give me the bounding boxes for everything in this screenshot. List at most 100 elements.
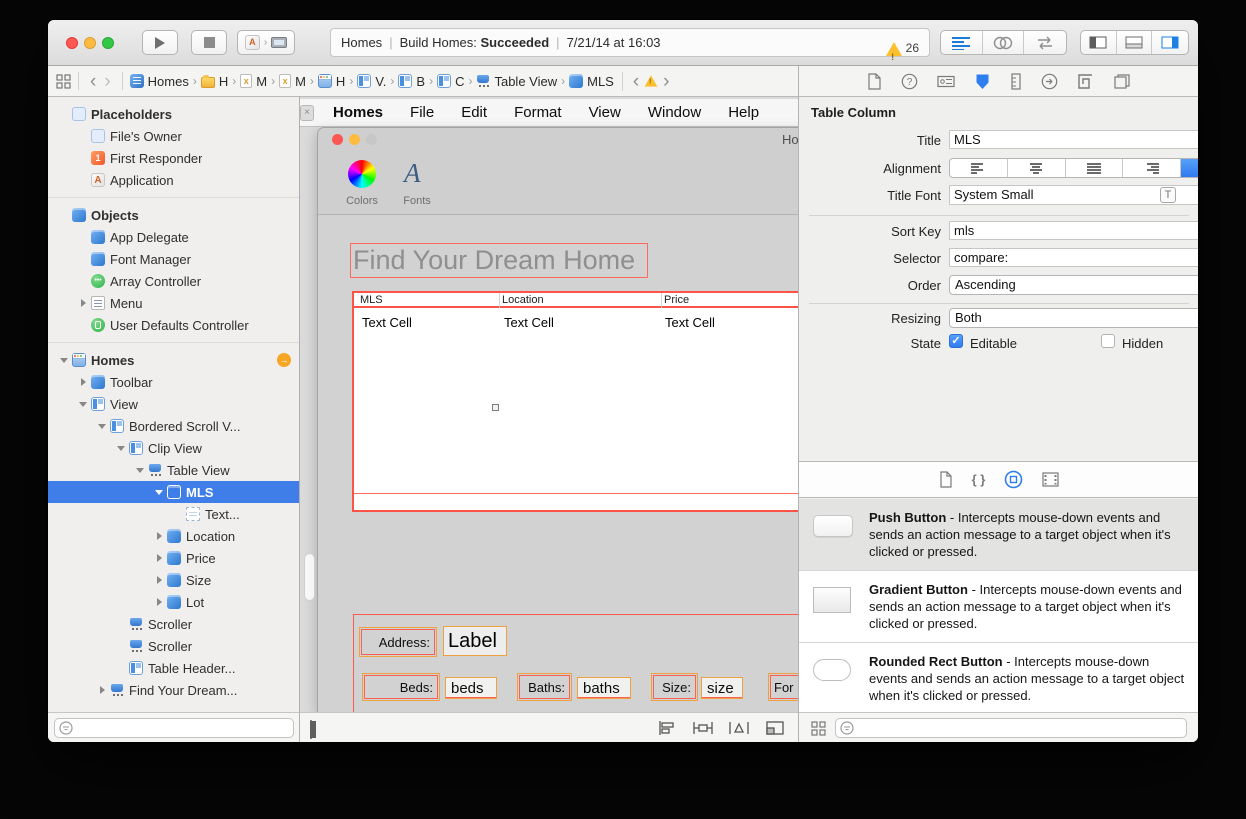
zoom-button[interactable] bbox=[102, 37, 114, 49]
version-editor-button[interactable] bbox=[1024, 31, 1066, 54]
hidden-checkbox[interactable] bbox=[1101, 334, 1115, 348]
outline-item[interactable]: Bordered Scroll V... bbox=[48, 415, 299, 437]
breadcrumb-item[interactable]: Table View › bbox=[476, 74, 569, 89]
outline-item[interactable]: Scroller bbox=[48, 635, 299, 657]
disclosure-triangle-icon[interactable] bbox=[115, 657, 129, 679]
disclosure-triangle-icon[interactable] bbox=[77, 314, 91, 336]
stop-button[interactable] bbox=[191, 30, 227, 55]
outline-item[interactable]: Font Manager bbox=[48, 248, 299, 270]
disclosure-triangle-icon[interactable] bbox=[77, 248, 91, 270]
grid-view-icon[interactable] bbox=[811, 721, 826, 736]
breadcrumb-item[interactable]: MLS › bbox=[569, 74, 614, 89]
outline-item[interactable]: Text... bbox=[48, 503, 299, 525]
breadcrumb-item[interactable]: Homes › bbox=[130, 74, 201, 89]
address-label[interactable]: Address: bbox=[361, 629, 435, 655]
table-cell[interactable]: Text Cell bbox=[504, 315, 554, 330]
previous-issue-button[interactable]: ‹ bbox=[629, 72, 643, 91]
assistant-editor-button[interactable] bbox=[983, 31, 1025, 54]
library-item[interactable]: Rounded Rect Button - Intercepts mouse-d… bbox=[799, 643, 1198, 712]
heading-label[interactable]: Find Your Dream Home bbox=[350, 243, 648, 278]
library-item[interactable]: Push Button - Intercepts mouse-down even… bbox=[799, 499, 1198, 571]
breadcrumb-item[interactable]: H › bbox=[318, 74, 357, 89]
fonts-toolbar-icon[interactable]: A bbox=[404, 158, 421, 189]
forward-button[interactable]: › bbox=[100, 72, 114, 91]
outline-item[interactable]: Objects bbox=[48, 204, 299, 226]
outline-item[interactable]: Size bbox=[48, 569, 299, 591]
disclosure-triangle-icon[interactable] bbox=[96, 415, 110, 437]
beds-field[interactable]: beds bbox=[445, 677, 497, 699]
outline-item[interactable]: App Delegate bbox=[48, 226, 299, 248]
attributes-inspector-tab[interactable] bbox=[974, 73, 991, 90]
issues-badge[interactable]: 26 bbox=[886, 35, 919, 62]
selector-field[interactable]: compare: bbox=[949, 248, 1198, 267]
disclosure-triangle-icon[interactable] bbox=[58, 349, 72, 371]
disclosure-triangle-icon[interactable] bbox=[77, 371, 91, 393]
disclosure-triangle-icon[interactable] bbox=[77, 292, 91, 314]
disclosure-triangle-icon[interactable] bbox=[96, 679, 110, 701]
outline-filter-field[interactable] bbox=[54, 718, 294, 738]
outline-item[interactable]: First Responder bbox=[48, 147, 299, 169]
disclosure-triangle-icon[interactable] bbox=[58, 204, 72, 226]
align-right-segment[interactable] bbox=[1123, 159, 1181, 177]
colors-toolbar-icon[interactable] bbox=[348, 160, 376, 188]
order-popup[interactable]: Ascending bbox=[949, 275, 1198, 295]
column-header-mls[interactable]: MLS bbox=[360, 294, 383, 306]
breadcrumb-item[interactable]: H › bbox=[201, 74, 240, 89]
outline-item[interactable]: Scroller bbox=[48, 613, 299, 635]
breadcrumb-item[interactable]: V. › bbox=[357, 74, 398, 89]
disclosure-triangle-icon[interactable] bbox=[134, 459, 148, 481]
outline-item[interactable]: MLS bbox=[48, 481, 299, 503]
quick-help-inspector-tab[interactable]: ? bbox=[901, 73, 918, 90]
align-natural-segment[interactable] bbox=[1181, 159, 1198, 177]
outline-item[interactable]: Placeholders bbox=[48, 103, 299, 125]
disclosure-triangle-icon[interactable] bbox=[77, 125, 91, 147]
outline-item[interactable]: Table Header... bbox=[48, 657, 299, 679]
scheme-selector[interactable]: A › bbox=[237, 30, 295, 55]
close-button[interactable] bbox=[66, 37, 78, 49]
library-filter-field[interactable] bbox=[835, 718, 1187, 738]
minimize-button[interactable] bbox=[84, 37, 96, 49]
outline-item[interactable]: Homes bbox=[48, 349, 299, 371]
next-issue-button[interactable]: › bbox=[659, 72, 673, 91]
resizing-popup[interactable]: Both bbox=[949, 308, 1198, 328]
title-field[interactable]: MLS bbox=[949, 130, 1198, 149]
designed-window[interactable]: Ho Colors A Fonts Find Your Dream Home M… bbox=[318, 128, 798, 712]
disclosure-triangle-icon[interactable] bbox=[115, 437, 129, 459]
pin-button[interactable] bbox=[692, 720, 714, 736]
resizing-behavior-button[interactable] bbox=[764, 720, 786, 736]
outline-item[interactable]: Find Your Dream... bbox=[48, 679, 299, 701]
align-left-segment[interactable] bbox=[950, 159, 1008, 177]
outline-item[interactable]: Table View bbox=[48, 459, 299, 481]
align-justify-segment[interactable] bbox=[1066, 159, 1124, 177]
designed-menu-item[interactable]: Window bbox=[648, 104, 701, 121]
breadcrumb-item[interactable]: B › bbox=[398, 74, 437, 89]
for-sale-label[interactable]: For S bbox=[770, 675, 798, 699]
resize-handle[interactable] bbox=[492, 404, 499, 411]
size-field[interactable]: size bbox=[701, 677, 743, 699]
designed-menu-item[interactable]: View bbox=[589, 104, 621, 121]
disclosure-triangle-icon[interactable] bbox=[58, 103, 72, 125]
disclosure-triangle-icon[interactable] bbox=[153, 481, 167, 503]
object-library-tab[interactable] bbox=[1004, 470, 1023, 489]
disclosure-triangle-icon[interactable] bbox=[153, 591, 167, 613]
outline-item[interactable]: Price bbox=[48, 547, 299, 569]
designed-menu-item[interactable]: Homes bbox=[333, 104, 383, 121]
disclosure-triangle-icon[interactable] bbox=[77, 393, 91, 415]
editable-checkbox[interactable] bbox=[949, 334, 963, 348]
identity-inspector-tab[interactable] bbox=[937, 73, 955, 90]
navigator-toggle-button[interactable] bbox=[1081, 31, 1117, 54]
designed-menu-item[interactable]: Help bbox=[728, 104, 759, 121]
align-center-segment[interactable] bbox=[1008, 159, 1066, 177]
run-button[interactable] bbox=[142, 30, 178, 55]
view-effects-inspector-tab[interactable] bbox=[1113, 73, 1131, 90]
font-picker-icon[interactable]: T bbox=[1160, 187, 1176, 203]
column-divider[interactable] bbox=[499, 293, 500, 308]
designed-menu-item[interactable]: File bbox=[410, 104, 434, 121]
beds-label[interactable]: Beds: bbox=[364, 675, 438, 699]
canvas-scroll-indicator[interactable] bbox=[304, 553, 315, 601]
outline-item[interactable]: File's Owner bbox=[48, 125, 299, 147]
warning-icon[interactable] bbox=[645, 75, 658, 86]
disclosure-triangle-icon[interactable] bbox=[77, 169, 91, 191]
table-cell[interactable]: Text Cell bbox=[665, 315, 715, 330]
utilities-toggle-button[interactable] bbox=[1152, 31, 1188, 54]
